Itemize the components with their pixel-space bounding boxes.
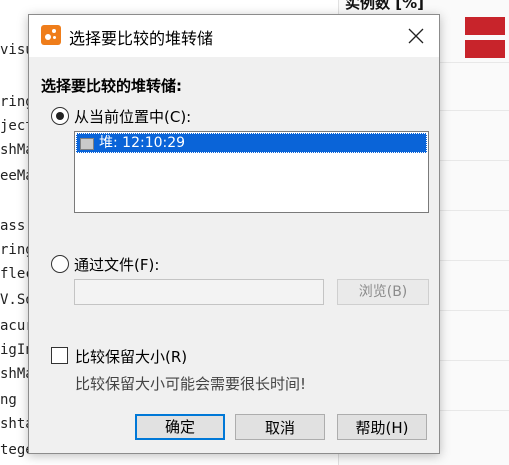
compare-heap-dump-dialog: 选择要比较的堆转储 选择要比较的堆转储: 从当前位置中(C): 堆: 12:10…: [28, 14, 440, 454]
radio-from-file-label[interactable]: 通过文件(F):: [74, 254, 159, 275]
help-button[interactable]: 帮助(H): [337, 414, 427, 440]
section-label: 选择要比较的堆转储:: [41, 77, 182, 95]
compare-retained-label[interactable]: 比较保留大小(R): [75, 346, 187, 367]
radio-from-file[interactable]: [51, 255, 69, 273]
dialog-titlebar[interactable]: 选择要比较的堆转储: [29, 15, 439, 57]
app-logo-icon: [41, 25, 61, 45]
file-path-input[interactable]: [74, 279, 324, 305]
compare-retained-checkbox[interactable]: [51, 347, 68, 364]
radio-from-current[interactable]: [51, 107, 69, 125]
instance-percent-bar: [465, 40, 505, 58]
cancel-button[interactable]: 取消: [235, 414, 325, 440]
radio-selected-dot: [56, 112, 64, 120]
heap-dump-item-label: 堆: 12:10:29: [99, 135, 186, 151]
close-icon: [408, 28, 424, 44]
heap-dump-icon: [80, 138, 94, 150]
instance-percent-bar: [465, 17, 505, 35]
close-button[interactable]: [393, 15, 439, 57]
radio-from-current-label[interactable]: 从当前位置中(C):: [74, 106, 191, 127]
browse-button[interactable]: 浏览(B): [337, 279, 429, 305]
ok-button[interactable]: 确定: [135, 414, 225, 440]
compare-retained-hint: 比较保留大小可能会需要很长时间!: [75, 375, 307, 393]
heap-dump-list-item[interactable]: 堆: 12:10:29: [76, 133, 427, 153]
instances-column-header: 实例数 [%]: [345, 0, 424, 12]
heap-dump-list[interactable]: 堆: 12:10:29: [74, 131, 429, 213]
dialog-title: 选择要比较的堆转储: [69, 29, 214, 48]
